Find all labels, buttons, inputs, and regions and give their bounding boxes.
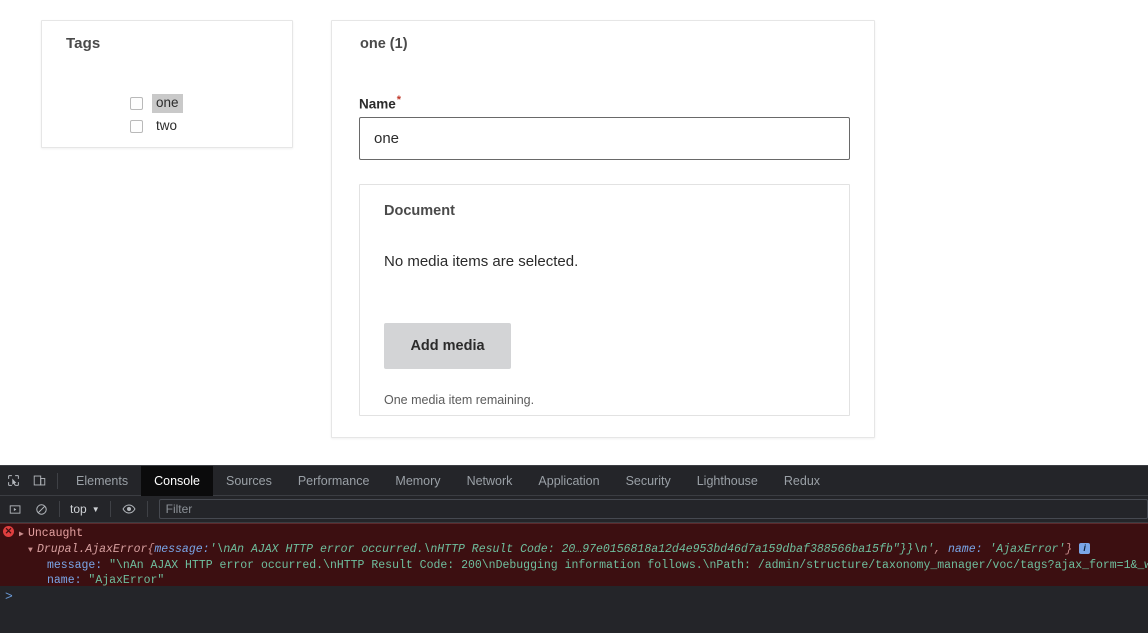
- console-line-uncaught[interactable]: ▶Uncaught: [0, 526, 1148, 542]
- device-toolbar-icon[interactable]: [26, 468, 52, 494]
- execute-icon[interactable]: [2, 496, 28, 522]
- inspect-element-icon[interactable]: [0, 468, 26, 494]
- tab-performance[interactable]: Performance: [285, 466, 383, 496]
- prompt-chevron-icon: >: [0, 589, 19, 604]
- tab-console[interactable]: Console: [141, 466, 213, 496]
- devtools-panel: Elements Console Sources Performance Mem…: [0, 465, 1148, 633]
- console-prop-name-preview: 'AjaxError': [983, 543, 1066, 556]
- toolbar-divider: [57, 473, 58, 489]
- console-context-select[interactable]: top ▼: [65, 502, 105, 516]
- name-input[interactable]: [359, 117, 850, 160]
- console-message-value: "\nAn AJAX HTTP error occurred.\nHTTP Re…: [102, 559, 1148, 572]
- console-comma: ,: [934, 543, 948, 556]
- chevron-down-icon: ▼: [92, 505, 100, 514]
- console-object-name: Drupal.AjaxError: [37, 543, 147, 556]
- tab-redux[interactable]: Redux: [771, 466, 833, 496]
- expand-caret-icon[interactable]: ▶: [19, 527, 28, 542]
- console-error-group: ✕ ▶Uncaught ▼Drupal.AjaxError{message:'\…: [0, 523, 1148, 595]
- tab-sources[interactable]: Sources: [213, 466, 285, 496]
- media-remaining-text: One media item remaining.: [384, 393, 534, 407]
- console-message-list: ✕ ▶Uncaught ▼Drupal.AjaxError{message:'\…: [0, 523, 1148, 606]
- tab-memory[interactable]: Memory: [382, 466, 453, 496]
- add-media-button[interactable]: Add media: [384, 323, 511, 369]
- document-field-label: Document: [384, 203, 455, 219]
- console-uncaught-label: Uncaught: [28, 527, 83, 540]
- toolbar-divider-4: [147, 501, 148, 517]
- info-icon[interactable]: i: [1079, 543, 1090, 554]
- console-line-ajaxerror[interactable]: ▼Drupal.AjaxError{message:'\nAn AJAX HTT…: [0, 542, 1148, 558]
- tab-network[interactable]: Network: [454, 466, 526, 496]
- console-prop-message-key: message:: [154, 543, 209, 556]
- tags-panel: Tags one two: [41, 20, 293, 148]
- console-toolbar: top ▼: [0, 496, 1148, 523]
- console-prop-name-key: name:: [948, 543, 983, 556]
- console-brace-close: }: [1065, 543, 1072, 556]
- console-filter-input[interactable]: [159, 499, 1148, 519]
- tab-elements[interactable]: Elements: [63, 466, 141, 496]
- drupal-admin-page: Tags one two one (1) Name* Document No m…: [0, 0, 1148, 465]
- tag-label-two[interactable]: two: [152, 117, 181, 136]
- tag-checkbox-two[interactable]: [130, 120, 143, 133]
- term-heading: one (1): [360, 36, 408, 52]
- tab-application[interactable]: Application: [525, 466, 612, 496]
- console-message-key: message:: [47, 559, 102, 572]
- tag-list-item-one[interactable]: one: [130, 94, 183, 112]
- console-prop-message-preview: '\nAn AJAX HTTP error occurred.\nHTTP Re…: [210, 543, 935, 556]
- no-media-selected-text: No media items are selected.: [384, 253, 578, 270]
- tag-list-item-two[interactable]: two: [130, 117, 181, 135]
- console-prompt-input[interactable]: [19, 588, 1148, 604]
- tag-checkbox-one[interactable]: [130, 97, 143, 110]
- toolbar-divider-2: [59, 501, 60, 517]
- name-label-text: Name: [359, 97, 396, 112]
- required-marker: *: [397, 94, 401, 106]
- toolbar-divider-3: [110, 501, 111, 517]
- console-context-label: top: [70, 502, 87, 516]
- tags-panel-title: Tags: [66, 35, 100, 52]
- live-expression-icon[interactable]: [116, 496, 142, 522]
- tab-security[interactable]: Security: [613, 466, 684, 496]
- media-library-widget: Document No media items are selected. Ad…: [359, 184, 850, 416]
- collapse-caret-icon[interactable]: ▼: [28, 543, 37, 558]
- tag-label-one[interactable]: one: [152, 94, 183, 113]
- clear-console-icon[interactable]: [28, 496, 54, 522]
- devtools-tabbar: Elements Console Sources Performance Mem…: [0, 466, 1148, 496]
- term-edit-panel: one (1) Name* Document No media items ar…: [331, 20, 875, 438]
- console-line-message: message: "\nAn AJAX HTTP error occurred.…: [0, 558, 1148, 573]
- tab-lighthouse[interactable]: Lighthouse: [684, 466, 771, 496]
- name-field-label: Name*: [359, 94, 401, 112]
- console-prompt-row[interactable]: >: [0, 586, 1148, 606]
